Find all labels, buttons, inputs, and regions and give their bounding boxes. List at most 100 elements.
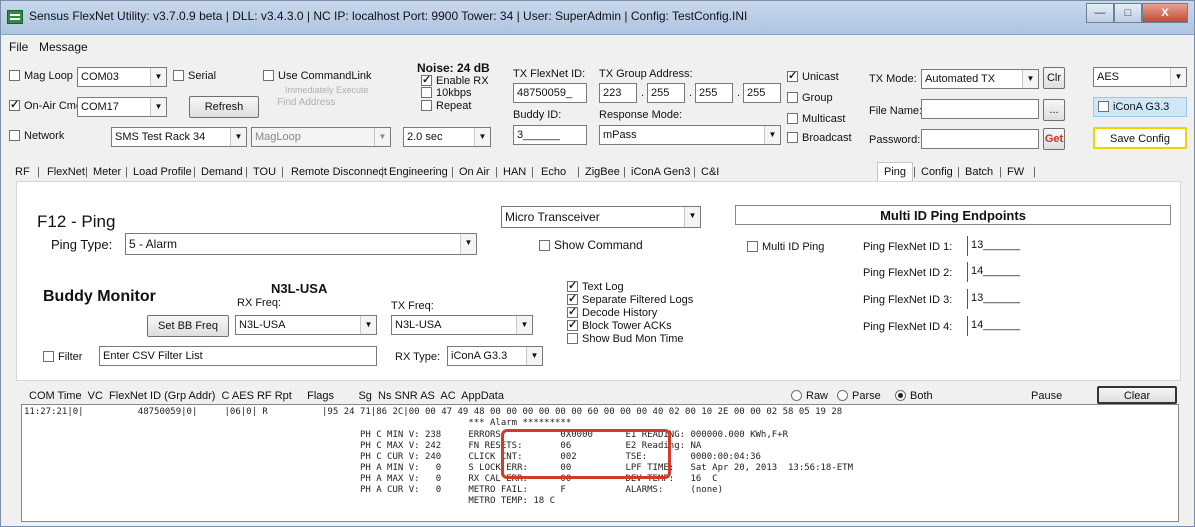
log-column-header: COM Time VC FlexNet ID (Grp Addr) C AES … — [29, 390, 504, 402]
mag-loop-checkbox[interactable]: Mag Loop — [9, 70, 73, 82]
rx-type-select[interactable]: iConA G3.3 ▼ — [447, 346, 543, 366]
transceiver-select[interactable]: Micro Transceiver ▼ — [501, 206, 701, 228]
chevron-down-icon: ▼ — [150, 98, 166, 116]
multicast-checkbox[interactable]: Multicast — [787, 113, 845, 125]
highlight-annotation — [501, 429, 671, 479]
chevron-down-icon: ▼ — [460, 234, 476, 254]
tab-engineering[interactable]: Engineering — [389, 166, 448, 178]
repeat-checkbox[interactable]: Repeat — [421, 100, 471, 112]
tab-demand[interactable]: Demand — [201, 166, 243, 178]
pause-toggle[interactable]: Pause — [1031, 390, 1062, 402]
raw-radio[interactable]: Raw — [791, 390, 828, 402]
show-bud-time-checkbox[interactable]: Show Bud Mon Time — [567, 333, 684, 345]
serial-checkbox[interactable]: Serial — [173, 70, 216, 82]
ping-title: F12 - Ping — [37, 212, 116, 231]
encryption-select[interactable]: AES ▼ — [1093, 67, 1187, 87]
rx-freq-select[interactable]: N3L-USA ▼ — [235, 315, 377, 335]
block-acks-checkbox[interactable]: Block Tower ACKs — [567, 318, 672, 332]
icona-g33-checkbox[interactable]: iConA G3.3 — [1093, 97, 1187, 117]
use-commandlink-checkbox[interactable]: Use CommandLink — [263, 70, 372, 82]
tab-load-profile[interactable]: Load Profile — [133, 166, 192, 178]
tab-rf[interactable]: RF — [15, 166, 30, 178]
enable-rx-checkbox[interactable]: Enable RX — [421, 73, 489, 87]
browse-button[interactable]: ... — [1043, 99, 1065, 121]
log-line: PH A MIN V: 0 S LOCK ERR: 00 LPF TIME: S… — [24, 463, 854, 473]
ping-type-select[interactable]: 5 - Alarm ▼ — [125, 233, 477, 255]
filter-input[interactable]: Enter CSV Filter List — [99, 346, 377, 366]
group-address-octet-4[interactable]: 255 — [743, 83, 781, 103]
ping-id2-field[interactable]: 14______ — [967, 262, 1031, 282]
tab-batch[interactable]: Batch — [965, 166, 993, 178]
maximize-button[interactable]: □ — [1114, 3, 1142, 23]
ping-id3-field[interactable]: 13______ — [967, 289, 1031, 309]
tab-tou[interactable]: TOU — [253, 166, 276, 178]
immediately-execute-option: Immediately Execute — [285, 85, 369, 95]
response-mode-label: Response Mode: — [599, 109, 683, 121]
app-icon — [7, 10, 23, 24]
show-command-checkbox[interactable]: Show Command — [539, 238, 643, 252]
tab-zigbee[interactable]: ZigBee — [585, 166, 620, 178]
log-line: PH A CUR V: 0 METRO FAIL: F ALARMS: (non… — [24, 485, 723, 495]
ping-id1-field[interactable]: 13______ — [967, 236, 1031, 256]
onair-port-select[interactable]: COM17 ▼ — [77, 97, 167, 117]
set-bb-freq-button[interactable]: Set BB Freq — [147, 315, 229, 337]
10kbps-checkbox[interactable]: 10kbps — [421, 87, 471, 99]
log-line: 11:27:21|0| 48750059|0| |06|0| R |95 24 … — [24, 407, 843, 417]
chevron-down-icon: ▼ — [516, 316, 532, 334]
mag-loop-port-select[interactable]: COM03 ▼ — [77, 67, 167, 87]
group-address-octet-2[interactable]: 255 — [647, 83, 685, 103]
log-line: *** Alarm ********* — [24, 418, 572, 428]
group-address-octet-3[interactable]: 255 — [695, 83, 733, 103]
menu-file[interactable]: File — [9, 40, 28, 54]
tab-remote-disconnect[interactable]: Remote Disconnect — [291, 166, 387, 178]
tab-on-air[interactable]: On Air — [459, 166, 490, 178]
tab-bar: RF | FlexNet | Meter | Load Profile | De… — [15, 136, 1185, 181]
separate-logs-checkbox[interactable]: Separate Filtered Logs — [567, 292, 693, 306]
menu-bar: File Message — [1, 35, 1194, 57]
tab-flexnet[interactable]: FlexNet — [47, 166, 85, 178]
file-name-field[interactable] — [921, 99, 1039, 119]
ping-id3-label: Ping FlexNet ID 3: — [863, 294, 953, 306]
clear-log-button[interactable]: Clear — [1097, 386, 1177, 404]
chevron-down-icon: ▼ — [1170, 68, 1186, 86]
multi-id-ping-checkbox[interactable]: Multi ID Ping — [747, 241, 824, 253]
tab-fw[interactable]: FW — [1007, 166, 1024, 178]
rx-freq-label: RX Freq: — [237, 297, 282, 309]
decode-history-checkbox[interactable]: Decode History — [567, 305, 657, 319]
tx-flexnet-id-field[interactable]: 48750059_ — [513, 83, 587, 103]
unicast-checkbox[interactable]: Unicast — [787, 69, 839, 83]
tab-config[interactable]: Config — [921, 166, 953, 178]
title-bar[interactable]: Sensus FlexNet Utility: v3.7.0.9 beta | … — [1, 1, 1194, 35]
minimize-button[interactable]: — — [1086, 3, 1114, 23]
log-line: PH C MIN V: 238 ERRORS: 0X0000 E1 READIN… — [24, 430, 789, 440]
group-address-octet-1[interactable]: 223 — [599, 83, 637, 103]
window-controls: — □ X — [1086, 3, 1188, 23]
filter-checkbox[interactable]: Filter — [43, 351, 82, 363]
close-button[interactable]: X — [1142, 3, 1188, 23]
tab-echo[interactable]: Echo — [541, 166, 566, 178]
ping-id4-label: Ping FlexNet ID 4: — [863, 321, 953, 333]
onair-cmd-checkbox[interactable]: On-Air Cmd — [9, 98, 82, 112]
both-radio[interactable]: Both — [895, 390, 933, 402]
buddy-region-label: N3L-USA — [271, 281, 328, 296]
parse-radio[interactable]: Parse — [837, 390, 881, 402]
tx-flexnet-id-label: TX FlexNet ID: — [513, 68, 586, 80]
clear-mode-button[interactable]: Clr — [1043, 67, 1065, 89]
buddy-id-label: Buddy ID: — [513, 109, 562, 121]
tx-mode-select[interactable]: Automated TX ▼ — [921, 69, 1039, 89]
buddy-monitor-title: Buddy Monitor — [43, 288, 156, 305]
chevron-down-icon: ▼ — [150, 68, 166, 86]
app-window: Sensus FlexNet Utility: v3.7.0.9 beta | … — [0, 0, 1195, 527]
tab-ci[interactable]: C&I — [701, 166, 719, 178]
tab-ping[interactable]: Ping — [877, 162, 914, 181]
ping-id4-field[interactable]: 14______ — [967, 316, 1031, 336]
tab-han[interactable]: HAN — [503, 166, 526, 178]
tab-meter[interactable]: Meter — [93, 166, 121, 178]
group-checkbox[interactable]: Group — [787, 92, 833, 104]
tx-freq-select[interactable]: N3L-USA ▼ — [391, 315, 533, 335]
refresh-button[interactable]: Refresh — [189, 96, 259, 118]
ping-type-label: Ping Type: — [51, 237, 113, 252]
chevron-down-icon: ▼ — [684, 207, 700, 227]
menu-message[interactable]: Message — [39, 40, 88, 54]
tab-icona-gen3[interactable]: iConA Gen3 — [631, 166, 690, 178]
